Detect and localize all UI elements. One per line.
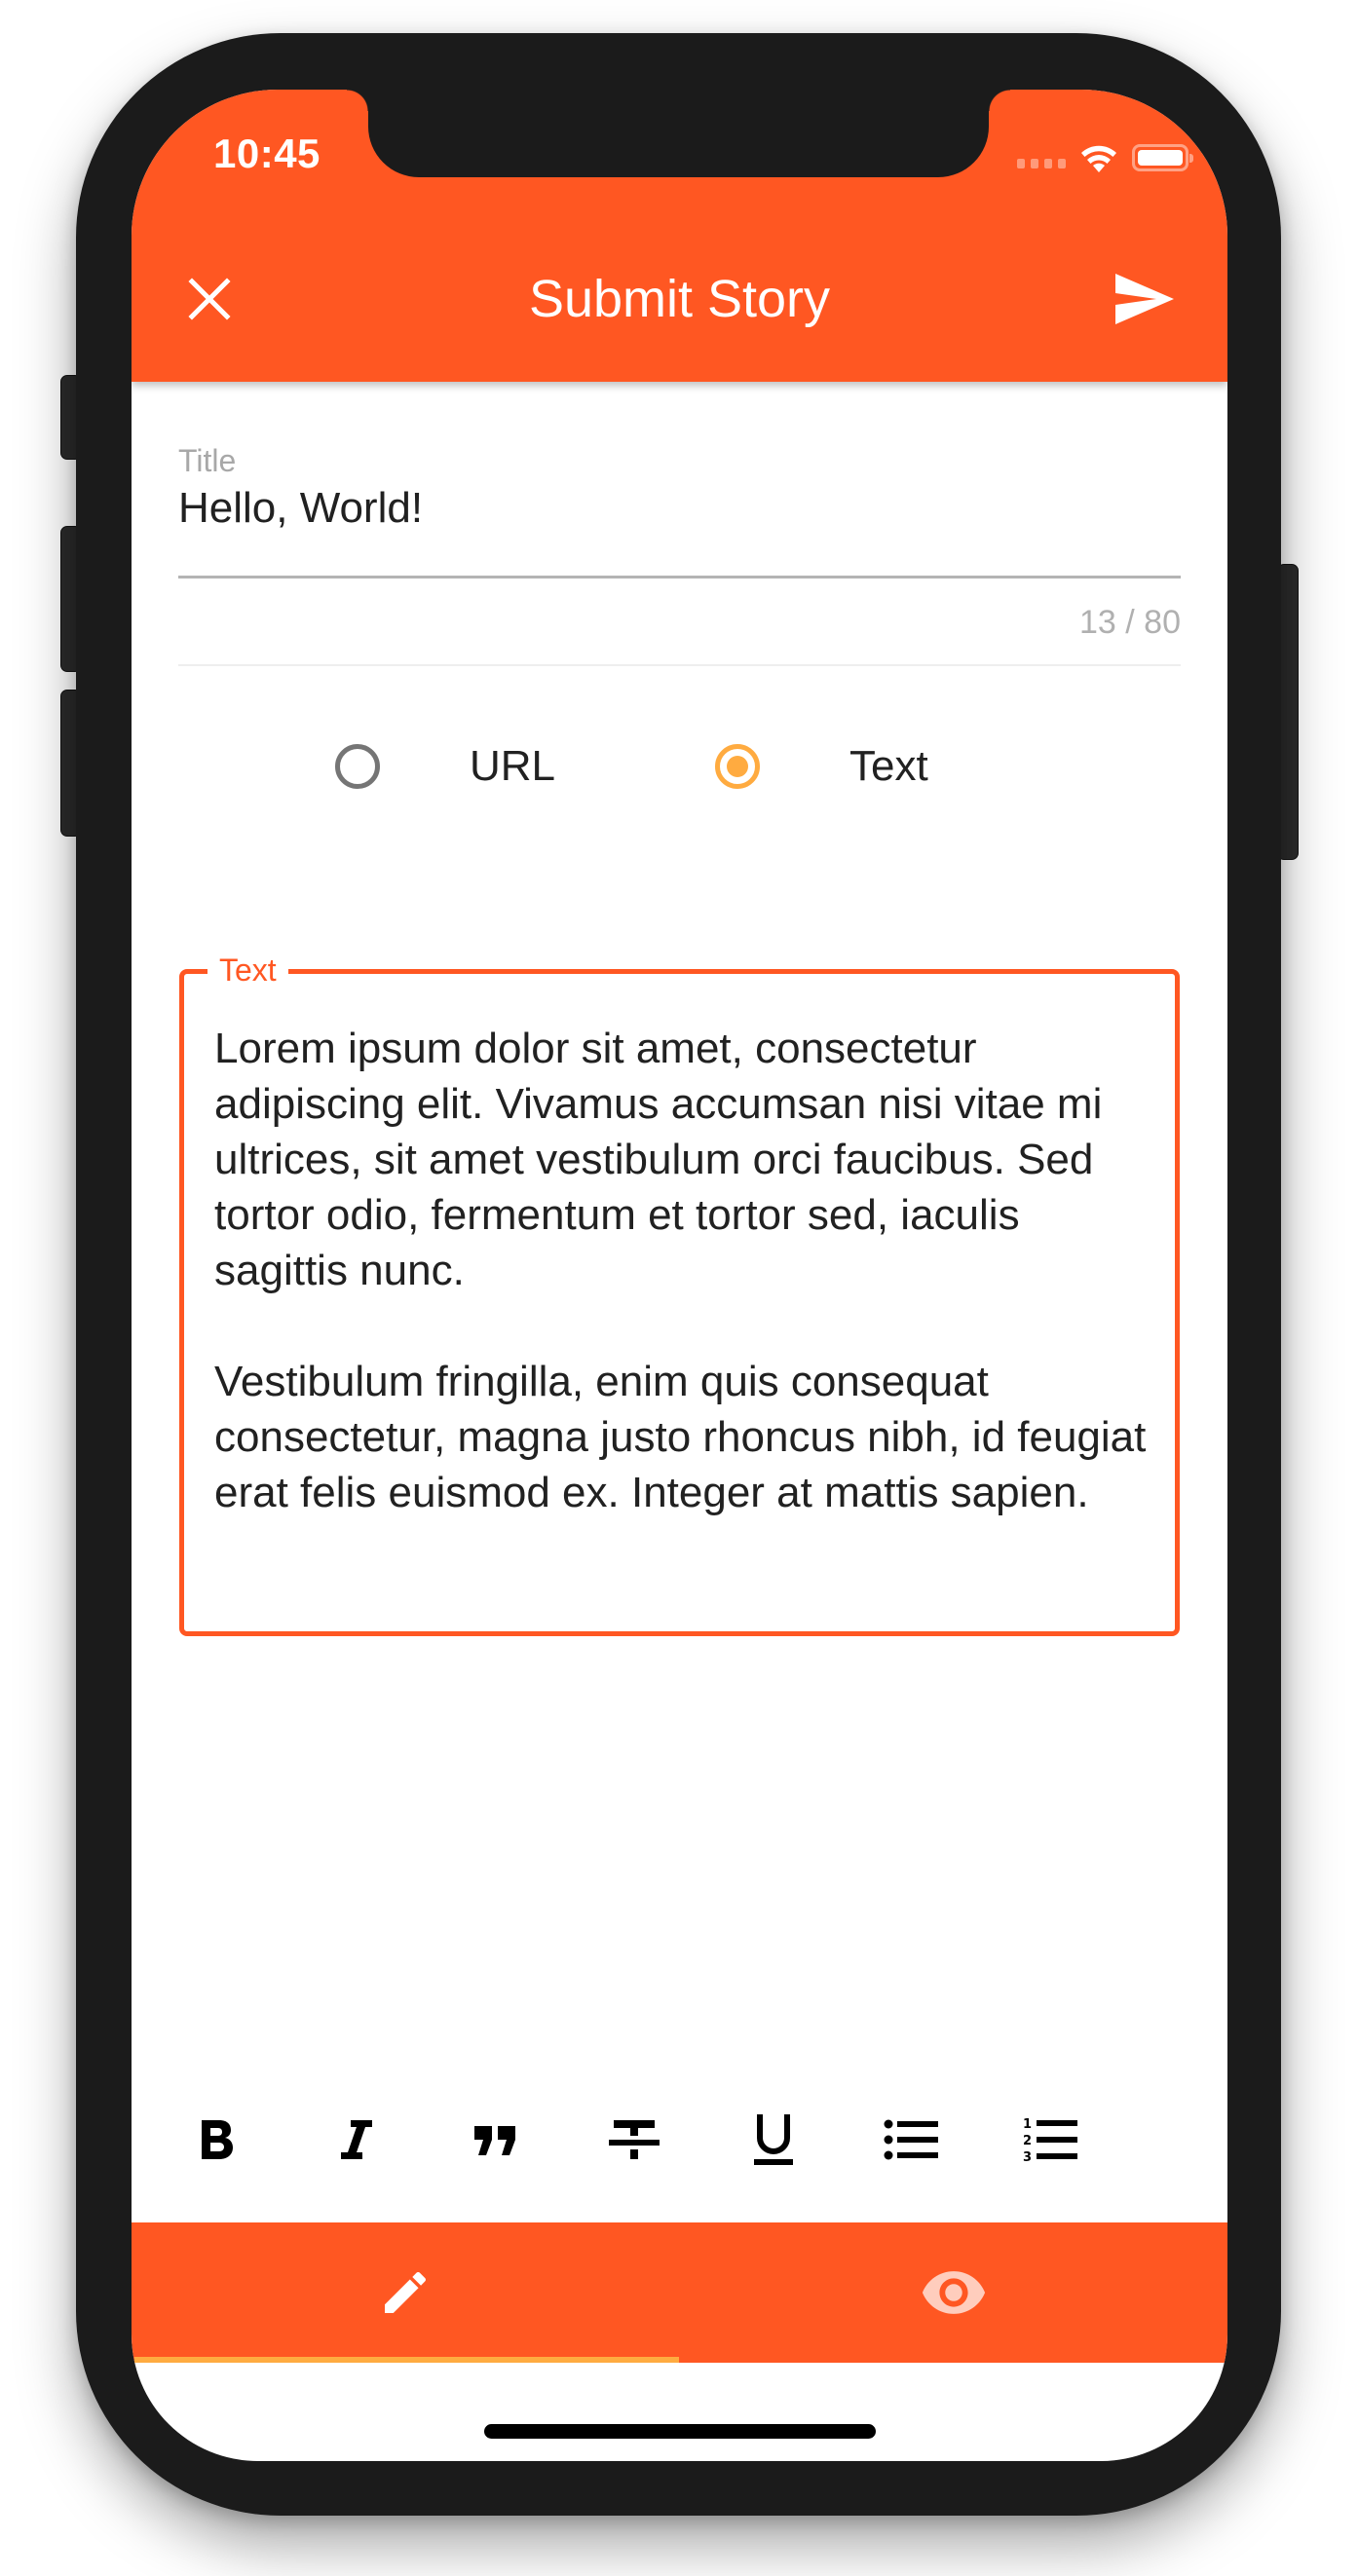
active-tab-indicator [134, 2357, 679, 2363]
battery-icon [1132, 144, 1193, 171]
radio-text-circle[interactable] [715, 744, 760, 789]
status-time: 10:45 [213, 131, 321, 176]
text-body-input[interactable]: Lorem ipsum dolor sit amet, consectetur … [214, 1021, 1150, 1520]
title-field-label: Title [178, 443, 237, 478]
eye-icon [922, 2271, 986, 2314]
page-title: Submit Story [528, 270, 831, 328]
numbered-list-icon: 1 2 3 [1023, 2117, 1077, 2164]
svg-text:2: 2 [1023, 2134, 1032, 2148]
underline-icon [754, 2114, 793, 2165]
pencil-icon [385, 2271, 427, 2313]
title-char-counter: 13 / 80 [1079, 604, 1181, 641]
radio-text-label: Text [849, 742, 928, 790]
underline-button[interactable] [730, 2096, 817, 2184]
radio-text[interactable]: Text [715, 732, 928, 801]
tab-preview[interactable] [680, 2222, 1227, 2363]
story-type-radio-group: URL Text [178, 732, 1181, 801]
title-underline [178, 576, 1181, 579]
bold-icon [202, 2120, 233, 2159]
home-indicator[interactable] [484, 2424, 876, 2439]
notch [347, 90, 1010, 177]
italic-icon [341, 2120, 372, 2159]
format-toolbar: 1 2 3 [132, 2096, 1227, 2184]
wifi-icon [1081, 145, 1116, 172]
status-icons [1017, 138, 1193, 177]
app-bar: 10:45 Submit Story [132, 90, 1227, 382]
send-button[interactable] [1101, 265, 1188, 333]
text-field[interactable]: Text Lorem ipsum dolor sit amet, consect… [179, 951, 1180, 1636]
divider [178, 664, 1181, 666]
send-icon [1115, 274, 1174, 324]
radio-url[interactable]: URL [335, 732, 555, 801]
radio-url-label: URL [470, 742, 556, 790]
svg-text:1: 1 [1023, 2117, 1032, 2132]
numbered-list-button[interactable]: 1 2 3 [1007, 2096, 1095, 2184]
bold-button[interactable] [173, 2096, 261, 2184]
screen: 10:45 Submit Story Title Hello, World! 1… [132, 90, 1227, 2461]
tab-edit[interactable] [132, 2222, 679, 2363]
title-input[interactable] [178, 479, 1181, 538]
strikethrough-icon [609, 2120, 660, 2159]
strikethrough-button[interactable] [590, 2096, 678, 2184]
bulleted-list-button[interactable] [868, 2096, 956, 2184]
quote-button[interactable] [451, 2096, 539, 2184]
cellular-signal-icon [1017, 159, 1066, 168]
radio-url-circle[interactable] [335, 744, 380, 789]
svg-text:3: 3 [1023, 2150, 1032, 2164]
text-field-label: Text [207, 951, 288, 989]
quote-icon [474, 2126, 515, 2155]
italic-button[interactable] [313, 2096, 400, 2184]
bulleted-list-icon [884, 2119, 938, 2160]
bottom-nav [132, 2222, 1227, 2363]
